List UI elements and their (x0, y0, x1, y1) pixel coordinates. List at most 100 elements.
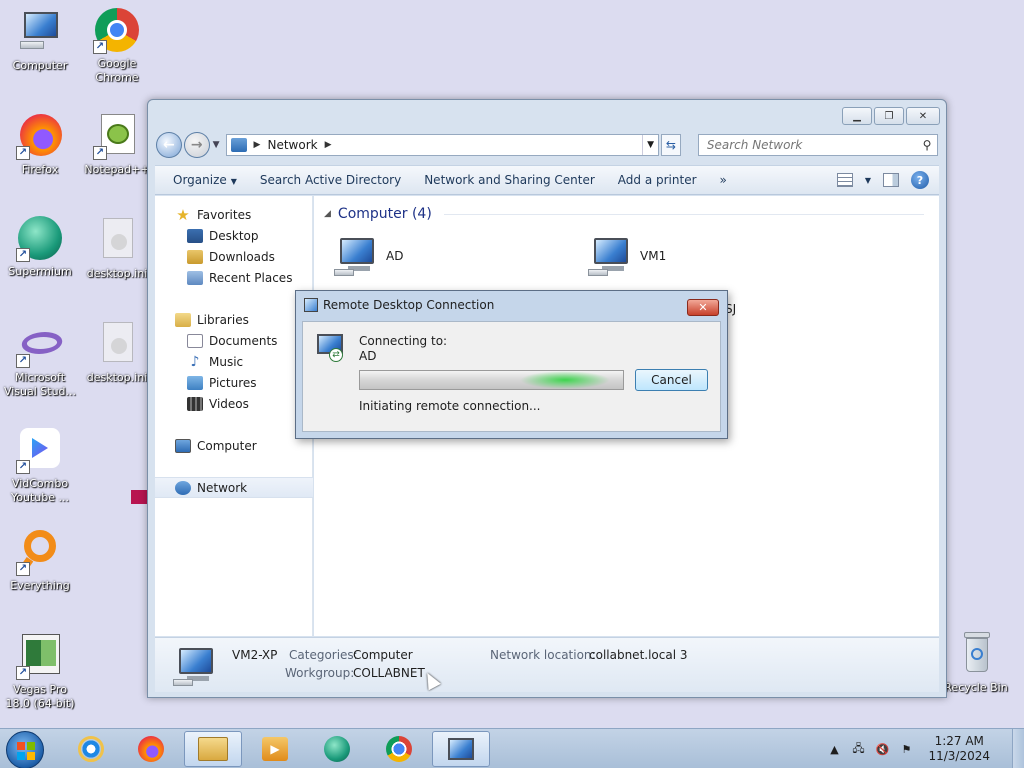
chrome-icon: ↗ (93, 6, 141, 54)
address-bar[interactable]: ▶ Network ▶ ▼ (225, 134, 660, 156)
remote-desktop-dialog: Remote Desktop Connection ✕ ⇄ Connecting… (295, 290, 728, 439)
explorer-folder-icon (198, 737, 228, 761)
vidcombo-icon: ↗ (16, 426, 64, 474)
dialog-close-button[interactable]: ✕ (687, 299, 719, 316)
nav-network[interactable]: Network (155, 477, 313, 498)
minimize-icon: ▁ (853, 110, 861, 122)
firefox-icon: ↗ (16, 112, 64, 160)
volume-muted-icon[interactable]: 🔇 (874, 741, 890, 757)
taskbar-remote-desktop[interactable] (432, 731, 490, 767)
preview-pane-icon[interactable] (883, 173, 899, 187)
nav-computer[interactable]: Computer (155, 435, 313, 456)
desktop-icon-vegas-pro[interactable]: ↗ Vegas Pro 18.0 (64-bit) (0, 632, 80, 711)
nav-label: Favorites (197, 207, 252, 222)
network-tray-icon[interactable]: 🖧 (850, 741, 866, 757)
computer-icon (175, 438, 191, 453)
nav-recent-places[interactable]: Recent Places (155, 267, 313, 288)
supermium-icon (324, 736, 350, 762)
search-box[interactable]: ⚲ (697, 134, 939, 156)
help-icon[interactable]: ? (911, 171, 929, 189)
computer-group-header[interactable]: ◢ Computer (4) (324, 206, 924, 222)
network-icon (175, 480, 191, 495)
shortcut-arrow-icon: ↗ (93, 146, 107, 160)
desktop-icon-supermium[interactable]: ↗ Supermium (0, 214, 80, 279)
desktop: Computer ↗ Google Chrome ↗ Firefox ↗ Not… (0, 0, 1024, 728)
close-button[interactable]: ✕ (906, 107, 940, 125)
desktop-icon-recycle-bin[interactable]: Recycle Bin (936, 630, 1016, 695)
nav-downloads[interactable]: Downloads (155, 246, 313, 267)
clock[interactable]: 1:27 AM 11/3/2024 (928, 734, 990, 764)
details-workgroup-label: Workgroup: (285, 666, 355, 680)
recent-pages-dropdown[interactable]: ▼ (213, 140, 220, 150)
details-network-location-value: collabnet.local 3 (589, 648, 688, 662)
show-desktop-button[interactable] (1012, 729, 1024, 768)
desktop-icon-label: Notepad++ (84, 163, 150, 176)
breadcrumb-chevron-icon[interactable]: ▶ (325, 140, 332, 150)
network-group: Network (155, 477, 313, 498)
desktop-icon-desktop-ini-1[interactable]: desktop.ini (77, 216, 157, 281)
desktop-icon-label: Firefox (21, 163, 59, 176)
pictures-icon (187, 375, 203, 390)
desktop-icon-label: Recycle Bin (944, 681, 1008, 694)
address-dropdown-icon[interactable]: ▼ (642, 135, 658, 155)
action-center-flag-icon[interactable]: ⚑ (898, 741, 914, 757)
taskbar-media-player[interactable]: ▶ (246, 731, 304, 767)
desktop-icon-visual-studio[interactable]: ↗ Microsoft Visual Stud... (0, 320, 80, 399)
add-printer-button[interactable]: Add a printer (610, 173, 712, 187)
nav-desktop[interactable]: Desktop (155, 225, 313, 246)
music-icon: ♪ (190, 353, 200, 370)
taskbar-ie[interactable] (62, 731, 120, 767)
desktop-icon-computer[interactable]: Computer (0, 8, 80, 73)
cancel-button[interactable]: Cancel (635, 369, 708, 391)
desktop-icon-firefox[interactable]: ↗ Firefox (0, 112, 80, 177)
show-hidden-icons-icon[interactable]: ▲ (826, 741, 842, 757)
view-dropdown-icon[interactable]: ▼ (865, 176, 871, 185)
taskbar-chrome[interactable] (370, 731, 428, 767)
nav-favorites[interactable]: ★ Favorites (155, 204, 313, 225)
computer-item-ad[interactable]: AD (334, 236, 403, 276)
connection-status: Initiating remote connection... (359, 399, 541, 413)
nav-documents[interactable]: Documents (155, 330, 313, 351)
taskbar-explorer[interactable] (184, 731, 242, 767)
dropdown-icon: ▼ (230, 177, 237, 186)
more-commands-button[interactable]: » (712, 173, 742, 187)
minimize-button[interactable]: ▁ (842, 107, 872, 125)
maximize-button[interactable]: ❐ (874, 107, 904, 125)
desktop-icon-chrome[interactable]: ↗ Google Chrome (77, 6, 157, 85)
organize-menu[interactable]: Organize ▼ (165, 173, 252, 187)
ini-file-icon (93, 216, 141, 264)
windows-logo-icon (17, 742, 35, 760)
libraries-group: Libraries Documents ♪ Music Pictures Vide… (155, 309, 313, 414)
back-button[interactable]: ← (156, 132, 182, 158)
change-view-icon[interactable] (836, 173, 853, 187)
desktop-icon-notepadpp[interactable]: ↗ Notepad++ (77, 112, 157, 177)
forward-button[interactable]: → (183, 132, 210, 158)
search-icon[interactable]: ⚲ (917, 138, 937, 152)
recent-places-icon (187, 270, 203, 285)
navigation-pane: ★ Favorites Desktop Downloads Recent Plac… (155, 196, 313, 636)
nav-videos[interactable]: Videos (155, 393, 313, 414)
desktop-icon-everything[interactable]: ↗ Everything (0, 528, 80, 593)
desktop-icon-label: desktop.ini (86, 267, 148, 280)
remote-desktop-icon (448, 738, 474, 760)
taskbar-firefox[interactable] (122, 731, 180, 767)
nav-pictures[interactable]: Pictures (155, 372, 313, 393)
nav-libraries[interactable]: Libraries (155, 309, 313, 330)
documents-icon (187, 333, 203, 348)
taskbar-supermium[interactable] (308, 731, 366, 767)
maximize-icon: ❐ (884, 110, 894, 122)
breadcrumb-network[interactable]: Network (267, 138, 317, 152)
start-button[interactable] (6, 731, 44, 768)
desktop-icon-vidcombo[interactable]: ↗ VidCombo Youtube ... (0, 426, 80, 505)
breadcrumb-chevron-icon[interactable]: ▶ (254, 140, 261, 150)
computer-item-vm1[interactable]: VM1 (588, 236, 666, 276)
search-active-directory-button[interactable]: Search Active Directory (252, 173, 416, 187)
shortcut-arrow-icon: ↗ (16, 460, 30, 474)
refresh-button[interactable]: ⇆ (661, 134, 681, 156)
ie-icon (78, 736, 104, 762)
network-sharing-center-button[interactable]: Network and Sharing Center (416, 173, 610, 187)
window-caption-buttons: ▁ ❐ ✕ (842, 107, 940, 125)
nav-music[interactable]: ♪ Music (155, 351, 313, 372)
desktop-icon-desktop-ini-2[interactable]: desktop.ini (77, 320, 157, 385)
search-input[interactable] (706, 138, 918, 152)
